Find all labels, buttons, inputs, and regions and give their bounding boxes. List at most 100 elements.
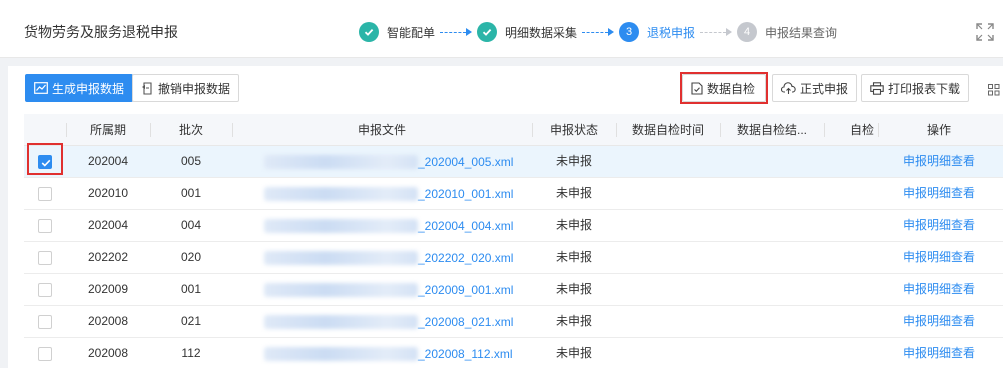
- check-icon: [359, 22, 379, 42]
- cell-period: 202010: [87, 186, 129, 200]
- step-label: 退税申报: [647, 25, 696, 40]
- row-checkbox[interactable]: [38, 347, 52, 361]
- redacted-text: [264, 347, 418, 361]
- printer-icon: [870, 81, 884, 95]
- step-label: 智能配单: [387, 25, 436, 40]
- selfcheck-highlight-box: [680, 72, 768, 104]
- step-number: 4: [737, 22, 758, 42]
- step-progress: 智能配单 明细数据采集 3 退税申报 4 申报结果查询: [359, 22, 837, 42]
- column-header: 申报状态: [549, 123, 598, 137]
- row-checkbox[interactable]: [38, 187, 52, 201]
- cell-period: 202202: [87, 250, 129, 264]
- cell-batch: 112: [181, 346, 201, 360]
- button-label: 生成申报数据: [52, 81, 125, 96]
- row-checkbox[interactable]: [38, 315, 52, 329]
- declare-table: 所属期 批次 申报文件 申报状态 数据自检时间 数据自检结... 自检 操作 2…: [24, 114, 1003, 368]
- print-download-button[interactable]: 打印报表下载: [861, 74, 970, 102]
- cell-period: 202008: [87, 314, 129, 328]
- step-smart-match[interactable]: 智能配单: [359, 22, 435, 42]
- detail-view-link[interactable]: 申报明细查看: [878, 242, 1000, 274]
- table-row[interactable]: 202202 020 _202202_020.xml 未申报 申报明细查看: [24, 242, 1003, 274]
- select-all-header: [24, 114, 66, 146]
- cell-period: 202008: [87, 346, 129, 360]
- detail-view-link[interactable]: 申报明细查看: [878, 274, 1000, 306]
- cell-batch: 004: [180, 218, 202, 232]
- cell-file: _202008_021.xml: [264, 306, 550, 338]
- column-header: 申报文件: [357, 123, 406, 137]
- column-header: 数据自检时间: [631, 123, 704, 137]
- file-link[interactable]: _202008_112.xml: [418, 347, 513, 361]
- check-icon: [477, 22, 498, 42]
- row-checkbox[interactable]: [38, 283, 52, 297]
- step-refund-declare[interactable]: 3 退税申报: [619, 22, 695, 42]
- page-title: 货物劳务及服务退税申报: [24, 24, 178, 40]
- cell-batch: 020: [180, 250, 202, 264]
- page-header: 货物劳务及服务退税申报 智能配单 明细数据采集 3 退税申报 4 申报结果查询: [0, 0, 1003, 58]
- cell-status: 未申报: [555, 218, 592, 232]
- cell-period: 202009: [87, 282, 129, 296]
- column-header: 所属期: [89, 123, 126, 137]
- step-result-query[interactable]: 4 申报结果查询: [737, 22, 837, 42]
- table-row[interactable]: 202009 001 _202009_001.xml 未申报 申报明细查看: [24, 274, 1003, 306]
- redacted-text: [264, 155, 418, 169]
- file-link[interactable]: _202004_004.xml: [418, 219, 513, 233]
- file-link[interactable]: _202004_005.xml: [418, 155, 513, 169]
- cloud-upload-icon: [781, 81, 796, 94]
- grid-icon[interactable]: [988, 84, 1000, 96]
- file-link[interactable]: _202009_001.xml: [418, 283, 513, 297]
- cell-file: _202008_112.xml: [264, 338, 550, 368]
- detail-view-link[interactable]: 申报明细查看: [878, 178, 1000, 210]
- table-row[interactable]: 202004 005 _202004_005.xml 未申报 申报明细查看: [24, 146, 1003, 178]
- cell-period: 202004: [87, 218, 129, 232]
- table-row[interactable]: 202010 001 _202010_001.xml 未申报 申报明细查看: [24, 178, 1003, 210]
- cell-file: _202004_004.xml: [264, 210, 550, 242]
- cell-file: _202004_005.xml: [264, 146, 550, 178]
- step-arrow-icon: [582, 28, 615, 36]
- table-row[interactable]: 202004 004 _202004_004.xml 未申报 申报明细查看: [24, 210, 1003, 242]
- cell-status: 未申报: [555, 346, 592, 360]
- step-number: 3: [619, 22, 640, 42]
- cell-status: 未申报: [555, 314, 592, 328]
- cell-period: 202004: [87, 154, 129, 168]
- cell-status: 未申报: [555, 282, 592, 296]
- button-label: 撤销申报数据: [158, 81, 231, 96]
- file-link[interactable]: _202008_021.xml: [418, 315, 513, 329]
- detail-view-link[interactable]: 申报明细查看: [878, 210, 1000, 242]
- step-arrow-icon: [440, 28, 473, 36]
- step-label: 申报结果查询: [765, 25, 838, 40]
- step-detail-collect[interactable]: 明细数据采集: [477, 22, 577, 42]
- table-row[interactable]: 202008 112 _202008_112.xml 未申报 申报明细查看: [24, 338, 1003, 368]
- cell-status: 未申报: [555, 250, 592, 264]
- redacted-text: [264, 187, 418, 201]
- file-link[interactable]: _202202_020.xml: [418, 251, 513, 265]
- step-label: 明细数据采集: [505, 25, 578, 40]
- cell-batch: 005: [180, 154, 202, 168]
- row-checkbox[interactable]: [38, 251, 52, 265]
- redacted-text: [264, 219, 418, 233]
- revoke-data-button[interactable]: 撤销申报数据: [132, 74, 240, 102]
- table-row[interactable]: 202008 021 _202008_021.xml 未申报 申报明细查看: [24, 306, 1003, 338]
- button-label: 正式申报: [800, 81, 849, 96]
- cell-batch: 001: [180, 282, 202, 296]
- generate-data-button[interactable]: 生成申报数据: [25, 74, 134, 102]
- cell-file: _202202_020.xml: [264, 242, 550, 274]
- cell-batch: 001: [180, 186, 202, 200]
- column-header: 数据自检结...: [736, 123, 807, 137]
- detail-view-link[interactable]: 申报明细查看: [878, 338, 1000, 368]
- fullscreen-icon[interactable]: [976, 23, 994, 41]
- formal-declare-button[interactable]: 正式申报: [772, 74, 858, 102]
- step-arrow-icon: [700, 28, 733, 36]
- file-link[interactable]: _202010_001.xml: [418, 187, 513, 201]
- button-label: 打印报表下载: [888, 81, 961, 96]
- cell-status: 未申报: [555, 154, 592, 168]
- main-panel: 生成申报数据 撤销申报数据 数据自检 正式申报 打印报表下载 所属期 批次 申报…: [8, 66, 1003, 368]
- row-checkbox[interactable]: [38, 219, 52, 233]
- detail-view-link[interactable]: 申报明细查看: [878, 306, 1000, 338]
- cell-file: _202009_001.xml: [264, 274, 550, 306]
- detail-view-link[interactable]: 申报明细查看: [878, 146, 1000, 178]
- column-header: 操作: [926, 123, 951, 137]
- column-header: 自检: [849, 123, 874, 137]
- redacted-text: [264, 315, 418, 329]
- column-header: 批次: [178, 123, 203, 137]
- cell-status: 未申报: [555, 186, 592, 200]
